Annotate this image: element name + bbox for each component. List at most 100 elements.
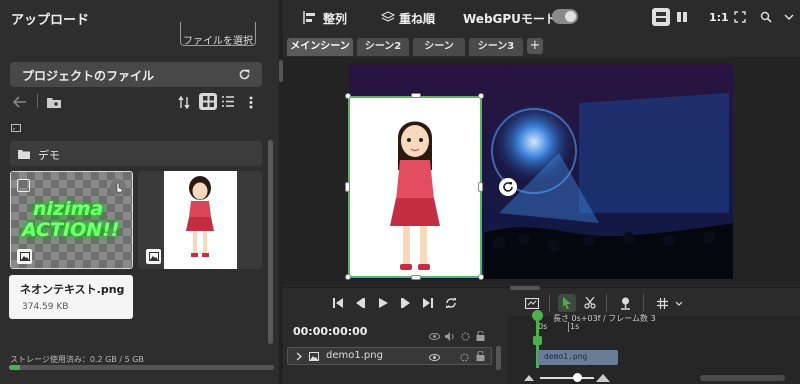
resize-handle-bottom[interactable] (411, 275, 421, 280)
resize-handle-br[interactable] (478, 274, 484, 280)
zoom-search-icon[interactable] (759, 10, 773, 24)
hand-cursor-icon (110, 179, 126, 195)
webgpu-mode-label: WebGPUモード (463, 12, 557, 26)
layer-eye-icon[interactable] (428, 352, 440, 362)
visibility-toggle-icon[interactable] (459, 331, 471, 341)
girl-illustration (390, 121, 440, 270)
frame-view-icon[interactable] (523, 295, 541, 311)
neon-thumb-text-1: nizima (33, 198, 104, 220)
tab-main-scene[interactable]: メインシーン (287, 38, 353, 56)
neon-thumb-text-2: ACTION!! (22, 219, 120, 241)
resize-handle-tr[interactable] (478, 93, 484, 99)
grid-view-icon[interactable] (199, 93, 217, 110)
layout-vertical-icon[interactable] (674, 8, 690, 26)
layer-visibility-icon[interactable] (458, 352, 470, 362)
next-frame-icon[interactable] (399, 296, 413, 310)
skip-to-end-icon[interactable] (421, 296, 435, 310)
layer-lock-icon[interactable] (474, 351, 486, 361)
timeline-zoom-knob[interactable] (573, 373, 582, 382)
zoom-in-mountain-icon[interactable] (596, 372, 610, 382)
file-checkbox[interactable] (17, 179, 30, 192)
tool-divider (549, 294, 550, 312)
tab-scene[interactable]: シーン (413, 38, 465, 56)
lock-icon[interactable] (474, 331, 486, 341)
storage-drive-icon (10, 122, 22, 134)
tool-divider (606, 294, 607, 312)
timeline-resize-handle[interactable] (510, 286, 540, 290)
scissors-icon[interactable] (583, 296, 597, 310)
timecode-display: 00:00:00:00 (293, 325, 368, 338)
fit-screen-icon[interactable] (733, 10, 747, 24)
layout-horizontal-icon[interactable] (652, 8, 670, 26)
resize-handle-right[interactable] (478, 182, 483, 192)
storage-usage-text: ストレージ使用済み：0.2 GB / 5 GB (10, 355, 144, 364)
chevron-down-icon[interactable] (782, 10, 796, 24)
resize-handle-top[interactable] (411, 93, 421, 98)
image-type-icon (146, 249, 161, 264)
list-view-icon[interactable] (219, 93, 236, 110)
layer-row[interactable]: demo1.png (287, 347, 492, 365)
selected-layer-bounding-box[interactable] (348, 96, 482, 278)
timeline-zoom-slider[interactable] (540, 377, 594, 379)
new-folder-icon[interactable] (45, 94, 63, 110)
more-menu-icon[interactable] (244, 94, 258, 110)
tooltip-file-name: ネオンテキスト.png (20, 283, 125, 296)
previous-frame-icon[interactable] (353, 296, 367, 310)
layer-list-scrollbar[interactable] (496, 346, 501, 370)
resize-handle-tl[interactable] (345, 93, 351, 99)
demo1-thumbnail (164, 171, 237, 269)
loop-icon[interactable] (444, 296, 458, 310)
file-list-scrollbar[interactable] (268, 140, 273, 344)
grid-snap-icon[interactable] (655, 296, 669, 310)
select-cursor-icon[interactable] (558, 294, 576, 312)
playhead-handle[interactable] (532, 310, 543, 321)
file-tooltip: ネオンテキスト.png 374.59 KB (9, 275, 133, 319)
back-arrow-icon[interactable] (12, 94, 28, 110)
scene-tabs: メインシーン シーン2 シーン シーン3 + (283, 35, 800, 57)
pin-marker-icon[interactable] (618, 295, 632, 311)
zoom-out-mountain-icon[interactable] (524, 373, 534, 381)
folder-demo[interactable]: デモ (10, 141, 262, 166)
image-layer-icon (308, 351, 320, 362)
timeline-clip[interactable]: demo1.png (538, 350, 618, 365)
timeline-horizontal-scrollbar[interactable] (700, 375, 785, 381)
sort-icon[interactable] (176, 94, 192, 110)
webgpu-toggle[interactable] (552, 9, 578, 24)
toolbar-divider (37, 94, 38, 108)
storage-usage-bar (9, 365, 274, 370)
layer-order-button[interactable]: 重ね順 (399, 10, 435, 27)
keyframe-marker[interactable] (533, 336, 542, 345)
image-type-icon (17, 249, 32, 264)
project-files-header: プロジェクトのファイル (10, 62, 262, 87)
select-file-button[interactable]: ファイルを選択 (180, 22, 256, 47)
file-card-demo1[interactable] (138, 171, 262, 269)
chevron-right-icon[interactable] (294, 351, 304, 361)
tooltip-file-size: 374.59 KB (22, 302, 69, 312)
playback-controls (283, 290, 500, 316)
align-button[interactable]: 整列 (323, 10, 347, 27)
tab-scene-2[interactable]: シーン2 (357, 38, 409, 56)
align-icon (302, 10, 316, 24)
chevron-down-icon[interactable] (674, 298, 684, 308)
audio-icon[interactable] (444, 331, 456, 341)
add-tab-button[interactable]: + (527, 38, 543, 54)
project-files-title: プロジェクトのファイル (22, 69, 155, 83)
resize-handle-bl[interactable] (345, 274, 351, 280)
timeline-duration-info: 長さ 0s+03f / フレーム数 3 (553, 314, 656, 323)
zoom-ratio-button[interactable]: 1:1 (709, 11, 729, 24)
skip-to-start-icon[interactable] (331, 296, 345, 310)
rotate-icon[interactable] (499, 178, 517, 196)
file-card-neon-text[interactable]: nizima ACTION!! (10, 171, 133, 269)
layer-label: demo1.png (326, 350, 383, 361)
refresh-icon[interactable] (236, 66, 252, 82)
play-icon[interactable] (376, 296, 390, 310)
eye-icon[interactable] (428, 331, 440, 341)
resize-handle-left[interactable] (345, 182, 350, 192)
storage-usage-fill (9, 365, 20, 370)
tab-scene-3[interactable]: シーン3 (469, 38, 523, 56)
timeline-tick-0: 0s (538, 322, 548, 331)
layer-order-icon (381, 10, 395, 24)
folder-icon (17, 148, 30, 159)
upload-panel-title: アップロード (11, 13, 90, 28)
toggle-knob (565, 11, 576, 22)
